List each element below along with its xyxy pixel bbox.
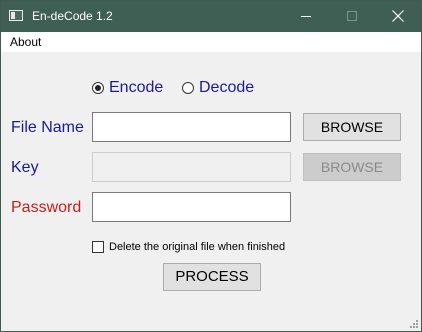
- close-button[interactable]: [375, 1, 421, 32]
- radio-decode-label[interactable]: Decode: [199, 79, 254, 97]
- app-window-icon: [9, 10, 23, 21]
- password-label: Password: [11, 199, 82, 216]
- radio-encode-label[interactable]: Encode: [109, 79, 163, 97]
- file-name-input[interactable]: [92, 112, 291, 142]
- resize-grip-icon[interactable]: [408, 318, 418, 328]
- radio-decode[interactable]: Decode: [182, 79, 254, 97]
- file-name-label: File Name: [11, 119, 84, 136]
- app-window: En-deCode 1.2 About Encode Decode File N…: [0, 0, 422, 332]
- minimize-button[interactable]: [283, 1, 329, 32]
- minimize-icon: [301, 16, 311, 17]
- radio-decode-indicator[interactable]: [182, 82, 194, 94]
- browse-file-button[interactable]: BROWSE: [303, 113, 401, 141]
- key-label: Key: [11, 159, 39, 176]
- delete-original-label[interactable]: Delete the original file when finished: [109, 241, 285, 253]
- browse-key-button: BROWSE: [303, 153, 401, 181]
- process-button[interactable]: PROCESS: [163, 263, 261, 291]
- maximize-button: [329, 1, 375, 32]
- delete-original-option[interactable]: Delete the original file when finished: [92, 239, 285, 255]
- menu-item-about[interactable]: About: [10, 35, 41, 49]
- delete-original-checkbox[interactable]: [92, 241, 104, 253]
- key-input: [92, 152, 291, 182]
- maximize-icon: [347, 11, 357, 21]
- password-input[interactable]: [92, 192, 291, 222]
- radio-encode[interactable]: Encode: [92, 79, 163, 97]
- radio-encode-indicator[interactable]: [92, 82, 104, 94]
- menu-bar: About: [1, 32, 421, 52]
- window-title: En-deCode 1.2: [32, 9, 113, 23]
- close-icon: [392, 10, 404, 22]
- title-bar[interactable]: En-deCode 1.2: [1, 1, 421, 32]
